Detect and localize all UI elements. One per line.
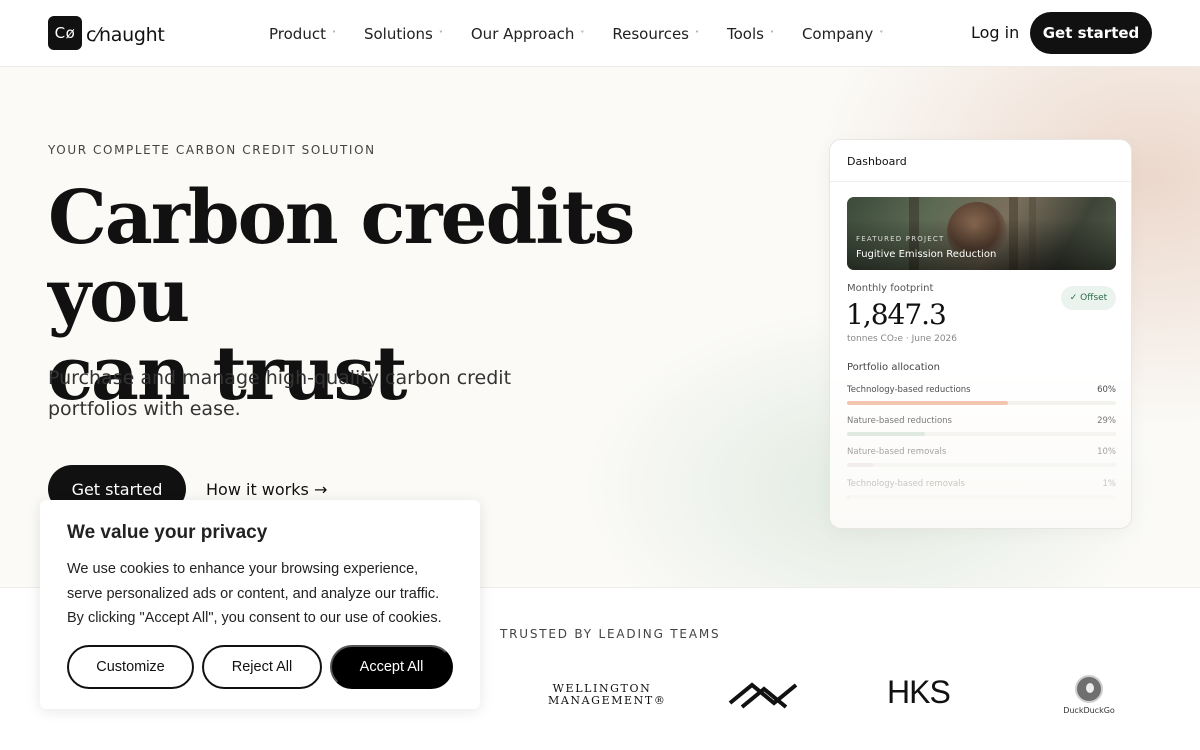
duck-icon (1075, 675, 1103, 703)
nav-resources[interactable]: Resources ˅ (612, 25, 699, 43)
reject-all-button[interactable]: Reject All (202, 645, 322, 689)
allocation-label: Technology-based removals (847, 479, 965, 489)
brand-logo[interactable]: Cø c⁄naught (48, 16, 165, 50)
allocation-track (847, 432, 1116, 436)
peak-design-logo (728, 681, 798, 715)
footprint-unit: tonnes CO₂e · June 2026 (847, 334, 957, 344)
allocation-percent: 29% (1097, 416, 1116, 426)
allocation-track (847, 495, 1116, 499)
nav-company[interactable]: Company ˅ (802, 25, 883, 43)
duckduckgo-wordmark: DuckDuckGo (1063, 706, 1115, 715)
nav-company-label: Company (801, 24, 874, 43)
allocation-percent: 10% (1097, 447, 1116, 457)
main-menu: Product ˅ Solutions ˅ Our Approach ˅ Res… (269, 0, 883, 67)
chevron-down-icon: ˅ (580, 29, 585, 39)
chevron-down-icon: ˅ (769, 29, 774, 39)
brand-name: c⁄naught (86, 24, 165, 46)
nav-product[interactable]: Product ˅ (269, 25, 336, 43)
footprint-value: 1,847.3 (846, 298, 947, 331)
hero-eyebrow: YOUR COMPLETE CARBON CREDIT SOLUTION (48, 143, 376, 157)
how-it-works-link[interactable]: How it works → (206, 480, 327, 499)
nav-solutions[interactable]: Solutions ˅ (364, 25, 443, 43)
featured-project-tag: FEATURED PROJECT (856, 235, 945, 243)
hero-subhead: Purchase and manage high-quality carbon … (48, 367, 512, 420)
allocation-title: Portfolio allocation (847, 362, 940, 373)
nav-solutions-label: Solutions (363, 24, 433, 43)
nav-tools[interactable]: Tools ˅ (727, 25, 774, 43)
allocation-bar (847, 495, 850, 499)
cookie-consent-dialog: We value your privacy We use cookies to … (40, 500, 480, 709)
allocation-percent: 1% (1102, 479, 1117, 489)
allocation-track (847, 401, 1116, 405)
wellington-management-logo: WELLINGTON MANAGEMENT® (548, 683, 667, 707)
cookie-text: We use cookies to enhance your browsing … (67, 561, 442, 626)
customize-button[interactable]: Customize (67, 645, 194, 689)
allocation-percent: 60% (1097, 385, 1116, 395)
trusted-title: TRUSTED BY LEADING TEAMS (500, 627, 721, 641)
featured-project-name: Fugitive Emission Reduction (856, 249, 997, 260)
offset-badge: ✓ Offset (1061, 286, 1116, 310)
allocation-label: Technology-based reductions (847, 385, 971, 395)
footprint-label: Monthly footprint (847, 283, 934, 294)
nav-our-approach-label: Our Approach (470, 24, 575, 43)
featured-project-image: FEATURED PROJECT Fugitive Emission Reduc… (847, 197, 1116, 270)
login-link[interactable]: Log in (971, 23, 1019, 42)
dashboard-title: Dashboard (830, 140, 1131, 182)
top-navigation: Cø c⁄naught Product ˅ Solutions ˅ Our Ap… (0, 0, 1200, 67)
allocation-label: Nature-based reductions (847, 416, 952, 426)
nav-resources-label: Resources (612, 24, 689, 43)
chevron-down-icon: ˅ (879, 29, 884, 39)
chevron-down-icon: ˅ (695, 29, 699, 39)
nav-our-approach[interactable]: Our Approach ˅ (471, 25, 585, 43)
chevron-down-icon: ˅ (438, 29, 443, 39)
dashboard-preview-card: Dashboard FEATURED PROJECT Fugitive Emis… (829, 139, 1132, 529)
nav-product-label: Product (269, 24, 326, 43)
accept-all-button[interactable]: Accept All (330, 645, 453, 689)
duckduckgo-logo: DuckDuckGo (1060, 675, 1118, 715)
hks-logo: HKS (887, 674, 951, 710)
get-started-button[interactable]: Get started (1030, 12, 1152, 54)
cookie-title: We value your privacy (67, 522, 268, 543)
allocation-bar (847, 401, 1009, 405)
brand-mark: Cø (48, 16, 82, 50)
wellington-logo-line2: MANAGEMENT® (548, 694, 667, 707)
nav-tools-label: Tools (727, 24, 764, 43)
allocation-bar (847, 432, 925, 436)
allocation-bar (847, 463, 874, 467)
chevron-down-icon: ˅ (331, 29, 336, 39)
allocation-label: Nature-based removals (847, 447, 947, 457)
allocation-track (847, 463, 1116, 467)
hero-headline-line1: Carbon credits you (48, 175, 635, 339)
